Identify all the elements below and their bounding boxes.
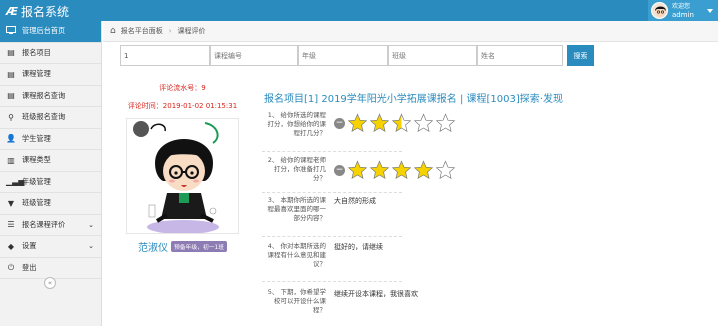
sidebar-item-course-types[interactable]: ▥ 课程类型 [0, 150, 101, 172]
grade-badge: 预备年级，初一1班 [170, 241, 228, 252]
star-icon[interactable] [391, 160, 412, 180]
filter-icon: ▼ [7, 198, 15, 208]
sidebar-item-label: 课程类型 [22, 155, 51, 165]
evaluation-serial: 评论流水号：9 [159, 84, 206, 92]
sidebar-item-label: 设置 [22, 241, 37, 251]
power-icon: ⏻ [7, 262, 15, 272]
question-text: 3、 本期你所选的课程最喜欢里面的哪一部分内容？ [267, 196, 327, 222]
home-icon: ⌂ [110, 26, 116, 36]
sidebar-item-courses[interactable]: ▤ 课程管理 [0, 64, 101, 86]
student-name-row: 范淑仪 预备年级，初一1班 [120, 239, 245, 254]
search-form: 搜索 [120, 45, 594, 66]
sidebar-item-grades[interactable]: ▁▃▅ 年级管理 [0, 172, 101, 193]
star-empty-icon[interactable] [435, 160, 456, 180]
sidebar-item-label: 课程报名查询 [22, 90, 66, 100]
sidebar-item-classes[interactable]: ▼ 班级管理 [0, 193, 101, 215]
sidebar-item-projects[interactable]: ▤ 报名项目 [0, 43, 101, 64]
class-input[interactable] [388, 45, 477, 66]
course-code-input[interactable] [210, 45, 298, 66]
breadcrumb: ⌂ 报名平台面板 › 课程评价 [103, 21, 718, 42]
breadcrumb-home[interactable]: 报名平台面板 [121, 26, 163, 36]
minus-icon[interactable]: − [334, 117, 345, 129]
avatar [651, 2, 668, 19]
sidebar-item-label: 学生管理 [22, 133, 51, 143]
answer-text: 大自然的形成 [334, 197, 376, 205]
user-icon: 👤 [6, 134, 16, 144]
chevron-down-icon: ⌄ [88, 220, 94, 229]
sidebar-item-label: 管理后台首页 [22, 26, 66, 36]
doc-icon: ▤ [7, 48, 15, 58]
list-icon: ☰ [7, 220, 15, 230]
search-icon: ⚲ [8, 112, 14, 122]
sidebar-item-label: 年级管理 [22, 176, 51, 186]
book-icon: ▥ [7, 155, 15, 165]
sidebar-item-evaluations[interactable]: ☰ 报名课程评价 ⌄ [0, 215, 101, 236]
minus-icon[interactable]: − [334, 164, 345, 176]
evaluation-time: 评论时间：2019-01-02 01:15:31 [127, 102, 238, 110]
student-panel: 评论流水号：9 评论时间：2019-01-02 01:15:31 范淑仪 预备年… [120, 84, 245, 254]
doc-icon: ▤ [7, 91, 15, 101]
evaluation-title: 报名项目[1] 2019学年阳光小学拓展课报名 | 课程[1003]探索·发现 [264, 94, 563, 105]
sidebar-item-label: 班级管理 [22, 198, 51, 208]
star-icon[interactable] [413, 160, 434, 180]
top-bar: Æ 报名系统 欢迎您 admin [0, 0, 718, 21]
sidebar-item-label: 登出 [22, 262, 37, 272]
search-button[interactable]: 搜索 [567, 45, 594, 66]
divider [262, 151, 402, 152]
breadcrumb-separator: › [168, 27, 172, 35]
sidebar-item-logout[interactable]: ⏻ 登出 [0, 258, 101, 279]
project-id-input[interactable] [120, 45, 210, 66]
answer-text: 挺好的，请继续 [334, 243, 383, 251]
sidebar-item-dashboard[interactable]: 管理后台首页 [0, 21, 101, 43]
breadcrumb-current: 课程评价 [177, 27, 206, 35]
star-icon[interactable] [369, 113, 390, 133]
student-photo [126, 118, 239, 234]
welcome-text: 欢迎您 [672, 2, 691, 10]
question-text: 1、 给你所选的课程打分，你想给你的课程打几分？ [267, 111, 327, 137]
sidebar-item-label: 报名项目 [22, 47, 51, 57]
brand-logo-icon: Æ [6, 5, 18, 18]
sidebar-item-label: 课程管理 [22, 69, 51, 79]
question-text: 2、 给你的课程老师打分，你准备打几分？ [267, 156, 326, 182]
sidebar-item-class-enrollment[interactable]: ⚲ 班级报名查询 [0, 107, 101, 129]
grade-input[interactable] [298, 45, 388, 66]
student-name: 范淑仪 [137, 243, 168, 254]
tag-icon: ◆ [7, 241, 15, 251]
sidebar-item-course-enrollment[interactable]: ▤ 课程报名查询 [0, 86, 101, 107]
app-brand[interactable]: Æ 报名系统 [6, 3, 69, 20]
teacher-rating[interactable]: − [334, 160, 457, 180]
divider [262, 281, 402, 282]
sidebar: 管理后台首页 ▤ 报名项目 ▤ 课程管理 ▤ 课程报名查询 ⚲ 班级报名查询 👤… [0, 21, 102, 326]
name-input[interactable] [477, 45, 563, 66]
star-icon[interactable] [347, 160, 368, 180]
sidebar-collapse-button[interactable]: « [44, 277, 56, 289]
divider [262, 192, 402, 193]
app-title: 报名系统 [20, 5, 69, 19]
star-icon[interactable] [369, 160, 390, 180]
star-half-icon[interactable] [391, 113, 412, 133]
answer-text: 继续开设本课程，我很喜欢 [334, 290, 418, 298]
username: admin [672, 10, 694, 19]
star-empty-icon[interactable] [413, 113, 434, 133]
user-menu[interactable]: 欢迎您 admin [648, 0, 718, 21]
star-icon[interactable] [347, 113, 368, 133]
signal-icon: ▁▃▅ [6, 177, 25, 187]
star-empty-icon[interactable] [435, 113, 456, 133]
sidebar-item-students[interactable]: 👤 学生管理 [0, 129, 101, 150]
chevron-down-icon: ⌄ [88, 242, 94, 251]
sidebar-item-settings[interactable]: ◆ 设置 ⌄ [0, 236, 101, 258]
sidebar-item-label: 报名课程评价 [22, 219, 66, 229]
caret-down-icon [707, 9, 713, 13]
question-text: 4、 你对本期所选的课程有什么意见和建议？ [267, 242, 327, 268]
dashboard-icon [6, 26, 16, 36]
sidebar-item-label: 班级报名查询 [22, 112, 66, 122]
divider [262, 236, 402, 237]
question-text: 5、 下期，你希望学校可以开设什么课程？ [267, 288, 326, 314]
course-rating[interactable]: − [334, 113, 457, 133]
doc-icon: ▤ [7, 69, 15, 79]
